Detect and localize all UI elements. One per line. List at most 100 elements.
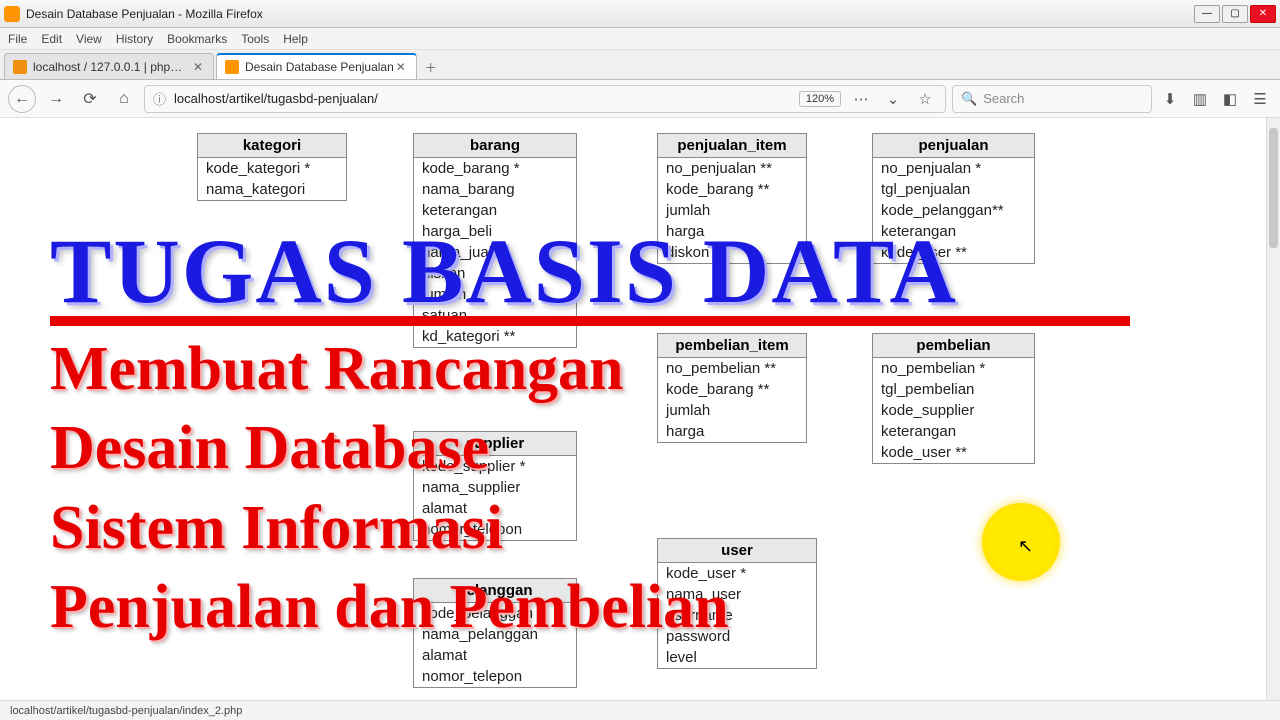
navigation-toolbar: ← → ⟳ ⌂ ⓘ localhost/artikel/tugasbd-penj… xyxy=(0,80,1280,118)
close-tab-icon[interactable]: ✕ xyxy=(191,60,205,74)
firefox-favicon-icon xyxy=(4,6,20,22)
erd-column: alamat xyxy=(414,498,576,519)
erd-table-barang[interactable]: barangkode_barang *nama_barangketerangan… xyxy=(413,133,577,348)
erd-column: jumlah xyxy=(658,400,806,421)
zoom-indicator[interactable]: 120% xyxy=(799,91,841,107)
erd-table-supplier[interactable]: supplierkode_supplier *nama_supplieralam… xyxy=(413,431,577,541)
erd-column: kd_kategori ** xyxy=(414,326,576,347)
erd-column: kode_user * xyxy=(658,563,816,584)
erd-column: no_penjualan ** xyxy=(658,158,806,179)
erd-column: satuan xyxy=(414,305,576,326)
back-button[interactable]: ← xyxy=(8,85,36,113)
new-tab-button[interactable]: ＋ xyxy=(419,55,443,79)
erd-column: nama_supplier xyxy=(414,477,576,498)
sidebar-icon[interactable]: ◧ xyxy=(1218,87,1242,111)
tab-label: Desain Database Penjualan xyxy=(245,60,394,74)
erd-column: keterangan xyxy=(414,200,576,221)
erd-table-penjualan_item[interactable]: penjualan_itemno_penjualan **kode_barang… xyxy=(657,133,807,264)
tab-desain-database[interactable]: Desain Database Penjualan ✕ xyxy=(216,53,417,79)
menu-bar: File Edit View History Bookmarks Tools H… xyxy=(0,28,1280,50)
cursor-highlight-icon: ↖ xyxy=(982,503,1060,581)
bookmark-star-icon[interactable]: ☆ xyxy=(913,87,937,111)
menu-view[interactable]: View xyxy=(76,32,102,46)
window-title: Desain Database Penjualan - Mozilla Fire… xyxy=(26,7,1194,21)
erd-column: kode_barang ** xyxy=(658,379,806,400)
erd-column: kode_user ** xyxy=(873,242,1034,263)
erd-column: kode_pelanggan * xyxy=(414,603,576,624)
erd-column: nomor_telepon xyxy=(414,519,576,540)
erd-column: nama_kategori xyxy=(198,179,346,200)
erd-column: diskon xyxy=(658,242,806,263)
tab-strip: localhost / 127.0.0.1 | phpMyA… ✕ Desain… xyxy=(0,50,1280,80)
minimize-button[interactable]: — xyxy=(1194,5,1220,23)
page-viewport: kategorikode_kategori *nama_kategori bara… xyxy=(0,118,1266,700)
status-bar: localhost/artikel/tugasbd-penjualan/inde… xyxy=(0,700,1280,720)
erd-table-penjualan[interactable]: penjualanno_penjualan *tgl_penjualankode… xyxy=(872,133,1035,264)
window-titlebar: Desain Database Penjualan - Mozilla Fire… xyxy=(0,0,1280,28)
status-text: localhost/artikel/tugasbd-penjualan/inde… xyxy=(10,705,242,717)
menu-edit[interactable]: Edit xyxy=(41,32,62,46)
erd-table-pembelian[interactable]: pembelianno_pembelian *tgl_pembeliankode… xyxy=(872,333,1035,464)
erd-column: kode_pelanggan** xyxy=(873,200,1034,221)
erd-column: nomor_telepon xyxy=(414,666,576,687)
erd-table-pembelian_item[interactable]: pembelian_itemno_pembelian **kode_barang… xyxy=(657,333,807,443)
erd-column: no_pembelian * xyxy=(873,358,1034,379)
library-icon[interactable]: ▥ xyxy=(1188,87,1212,111)
erd-table-title: penjualan_item xyxy=(658,134,806,158)
close-button[interactable]: ✕ xyxy=(1250,5,1276,23)
erd-column: jumlah xyxy=(414,284,576,305)
erd-column: diskon xyxy=(414,263,576,284)
menu-tools[interactable]: Tools xyxy=(241,32,269,46)
vertical-scrollbar[interactable] xyxy=(1266,118,1280,700)
erd-table-pelanggan[interactable]: pelanggankode_pelanggan *nama_pelanggana… xyxy=(413,578,577,688)
erd-column: nama_pelanggan xyxy=(414,624,576,645)
erd-table-title: supplier xyxy=(414,432,576,456)
close-tab-icon[interactable]: ✕ xyxy=(394,60,408,74)
erd-column: harga_beli xyxy=(414,221,576,242)
pocket-icon[interactable]: ⌄ xyxy=(881,87,905,111)
scrollbar-thumb[interactable] xyxy=(1269,128,1278,248)
hamburger-menu-icon[interactable]: ☰ xyxy=(1248,87,1272,111)
erd-table-title: pembelian xyxy=(873,334,1034,358)
erd-column: nama_user xyxy=(658,584,816,605)
erd-column: keterangan xyxy=(873,421,1034,442)
erd-table-title: pembelian_item xyxy=(658,334,806,358)
erd-column: tgl_penjualan xyxy=(873,179,1034,200)
erd-column: kode_supplier * xyxy=(414,456,576,477)
erd-column: kode_barang * xyxy=(414,158,576,179)
menu-bookmarks[interactable]: Bookmarks xyxy=(167,32,227,46)
maximize-button[interactable]: ▢ xyxy=(1222,5,1248,23)
downloads-icon[interactable]: ⬇ xyxy=(1158,87,1182,111)
erd-table-title: kategori xyxy=(198,134,346,158)
erd-table-title: user xyxy=(658,539,816,563)
page-actions-icon[interactable]: ⋯ xyxy=(849,87,873,111)
erd-column: kode_supplier xyxy=(873,400,1034,421)
erd-column: password xyxy=(658,626,816,647)
erd-column: username xyxy=(658,605,816,626)
site-info-icon[interactable]: ⓘ xyxy=(153,89,166,108)
search-placeholder: Search xyxy=(983,91,1024,106)
home-button[interactable]: ⌂ xyxy=(110,85,138,113)
erd-column: no_penjualan * xyxy=(873,158,1034,179)
erd-table-kategori[interactable]: kategorikode_kategori *nama_kategori xyxy=(197,133,347,201)
erd-column: kode_user ** xyxy=(873,442,1034,463)
phpmyadmin-favicon-icon xyxy=(13,60,27,74)
erd-column: harga xyxy=(658,221,806,242)
menu-help[interactable]: Help xyxy=(283,32,308,46)
search-icon: 🔍 xyxy=(961,91,977,107)
menu-file[interactable]: File xyxy=(8,32,27,46)
erd-column: alamat xyxy=(414,645,576,666)
url-text: localhost/artikel/tugasbd-penjualan/ xyxy=(174,91,791,106)
tab-phpmyadmin[interactable]: localhost / 127.0.0.1 | phpMyA… ✕ xyxy=(4,53,214,79)
erd-column: harga_jual xyxy=(414,242,576,263)
erd-table-user[interactable]: userkode_user *nama_userusernamepassword… xyxy=(657,538,817,669)
address-bar[interactable]: ⓘ localhost/artikel/tugasbd-penjualan/ 1… xyxy=(144,85,946,113)
erd-diagram: kategorikode_kategori *nama_kategori bara… xyxy=(0,118,1266,700)
reload-button[interactable]: ⟳ xyxy=(76,85,104,113)
forward-button[interactable]: → xyxy=(42,85,70,113)
search-box[interactable]: 🔍 Search xyxy=(952,85,1152,113)
erd-column: nama_barang xyxy=(414,179,576,200)
erd-column: keterangan xyxy=(873,221,1034,242)
menu-history[interactable]: History xyxy=(116,32,153,46)
erd-column: harga xyxy=(658,421,806,442)
